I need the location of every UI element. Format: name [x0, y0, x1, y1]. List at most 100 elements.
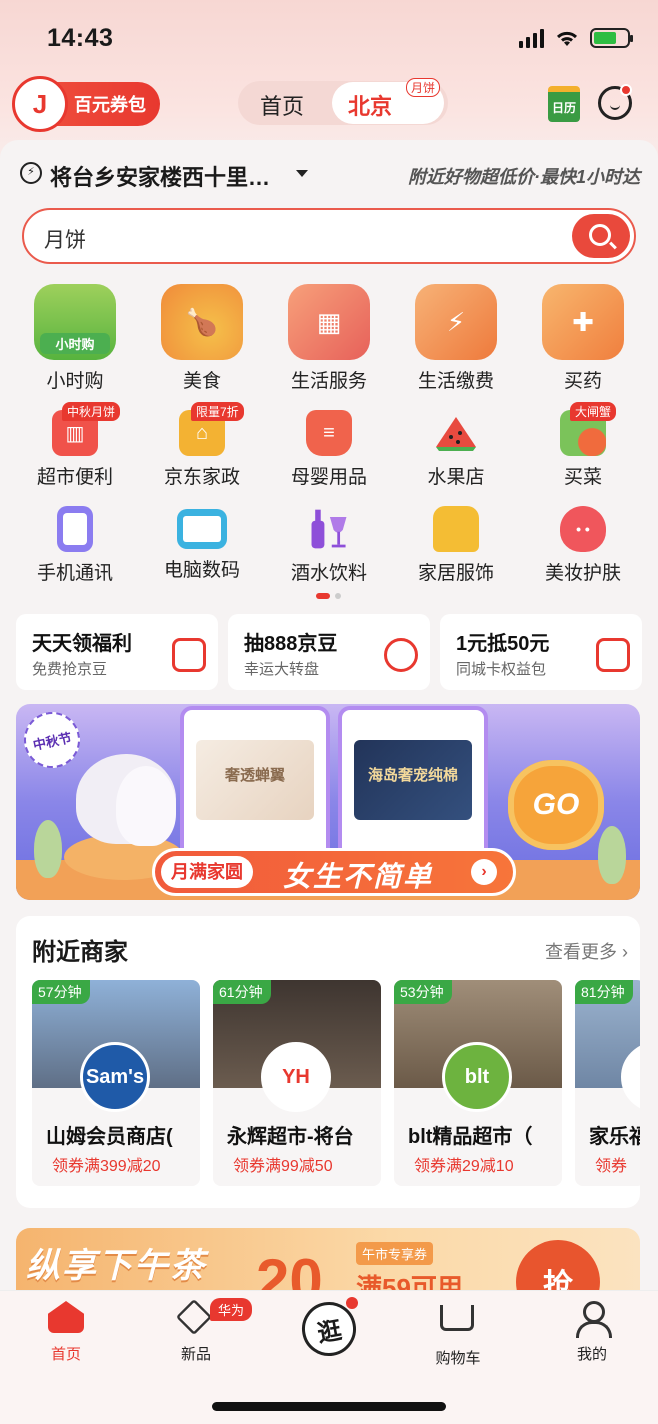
tab-home-nav[interactable]: 首页 [16, 1301, 116, 1364]
store-name: 山姆会员商店( [46, 1126, 173, 1148]
battery-icon [590, 28, 633, 48]
category-computer[interactable]: 电脑数码 [139, 506, 265, 582]
store-card[interactable]: 61分钟 YH 永辉超市-将台 领券满99减50 [213, 980, 381, 1186]
cube-icon [175, 1298, 213, 1336]
welfare-card-lottery[interactable]: 抽888京豆 幸运大转盘 [228, 614, 430, 690]
wifi-icon [556, 31, 578, 46]
category-life-service[interactable]: ▦ 生活服务 [266, 284, 392, 393]
go-badge[interactable]: GO [508, 760, 604, 850]
category-bill-payment[interactable]: ⚡ 生活缴费 [393, 284, 519, 393]
cellular-signal-icon [519, 28, 544, 48]
tea-title: 纵享下午茶 [26, 1247, 206, 1285]
delivery-eta: 61分钟 [213, 980, 271, 1004]
product-card[interactable]: 奢透蝉翼 [180, 706, 330, 866]
category-baby[interactable]: ≡ 母婴用品 [266, 410, 392, 489]
category-beauty[interactable]: • • 美妆护肤 [520, 506, 646, 585]
search-icon [589, 224, 611, 246]
bill-payment-icon: ⚡ [415, 284, 497, 360]
watermelon-icon [433, 410, 479, 456]
pager-dot-active [316, 593, 330, 599]
category-label: 电脑数码 [163, 560, 240, 581]
location-slogan: 附近好物超低价·最快1小时达 [407, 167, 640, 187]
laptop-icon [177, 509, 227, 549]
tab-label: 我的 [576, 1346, 607, 1363]
tab-label: 新品 [180, 1346, 211, 1363]
category-label: 美食 [182, 371, 221, 392]
category-drinks[interactable]: 酒水饮料 [266, 506, 392, 585]
banner-pill-tag: 月满家圆 [161, 856, 253, 888]
location-row[interactable]: ⚡ 将台乡安家楼西十里… 附近好物超低价·最快1小时达 [20, 160, 640, 190]
coupon-pack-button[interactable]: J 百元券包 [12, 76, 160, 132]
tab-city[interactable]: 北京 月饼 [332, 78, 444, 124]
cart-icon [440, 1305, 474, 1331]
store-name: 永辉超市-将台 [227, 1126, 354, 1148]
location-bolt-icon: ⚡ [20, 162, 42, 184]
welfare-subtitle: 免费抢京豆 [32, 661, 108, 678]
person-icon [574, 1301, 612, 1338]
coupon-pack-label: 百元券包 [74, 95, 146, 115]
see-more-link[interactable]: 查看更多 › [545, 938, 628, 964]
store-card[interactable]: 81分钟 C 家乐福 领券 [575, 980, 640, 1186]
tab-label: 首页 [50, 1346, 81, 1363]
category-label: 买药 [563, 371, 602, 392]
category-food[interactable]: 🍗 美食 [139, 284, 265, 393]
product-card[interactable]: 海岛奢宠纯棉 [338, 706, 488, 866]
notification-dot [620, 84, 632, 96]
store-logo: YH [261, 1042, 331, 1112]
chevron-right-icon: › [471, 859, 497, 885]
status-bar: 14:43 [0, 22, 658, 58]
lucky-wheel-icon [384, 638, 418, 672]
category-label: 小时购 [46, 371, 104, 392]
store-logo: blt [442, 1042, 512, 1112]
medicine-icon: ✚ [542, 284, 624, 360]
festival-badge: 中秋节 [18, 706, 86, 774]
banner-headline: 女生不简单 [283, 861, 434, 892]
category-label: 生活缴费 [417, 371, 494, 392]
category-housekeeping[interactable]: ⌂ 限量7折 京东家政 [139, 402, 265, 489]
welfare-title: 1元抵50元 [456, 633, 550, 655]
welfare-card-daily[interactable]: 天天领福利 免费抢京豆 [16, 614, 218, 690]
banner-cta[interactable]: 月满家圆 女生不简单 › [152, 848, 516, 896]
tab-me-nav[interactable]: 我的 [542, 1301, 642, 1364]
top-header: J 百元券包 首页 北京 月饼 日历 [0, 76, 658, 132]
welfare-subtitle: 同城卡权益包 [456, 661, 547, 678]
category-hourly[interactable]: 小时购 小时购 [12, 284, 138, 393]
search-button[interactable] [572, 214, 630, 258]
calendar-icon[interactable]: 日历 [548, 86, 580, 122]
store-promo: 领券 [595, 1158, 628, 1175]
store-card[interactable]: 57分钟 Sam's 山姆会员商店( 领券满399减20 [32, 980, 200, 1186]
search-input[interactable]: 月饼 [44, 224, 86, 254]
store-card[interactable]: 53分钟 blt blt精品超市（ 领券满29减10 [394, 980, 562, 1186]
section-title: 附近商家 [32, 939, 128, 966]
tab-cart-nav[interactable]: 购物车 [408, 1301, 508, 1368]
store-promo: 领券满29减10 [414, 1158, 514, 1175]
category-label: 母婴用品 [290, 467, 367, 488]
store-promo: 领券满399减20 [52, 1158, 161, 1175]
category-fruit[interactable]: 水果店 [393, 410, 519, 489]
location-address: 将台乡安家楼西十里… [50, 165, 271, 190]
tab-city-badge: 月饼 [405, 78, 440, 97]
food-icon: 🍗 [161, 284, 243, 360]
category-medicine[interactable]: ✚ 买药 [520, 284, 646, 393]
home-city-switch: 首页 北京 月饼 [238, 78, 448, 125]
category-phone[interactable]: 手机通讯 [12, 506, 138, 585]
tab-home[interactable]: 首页 [260, 89, 304, 121]
tab-new-badge: 华为 [210, 1298, 253, 1321]
welfare-card-coupon[interactable]: 1元抵50元 同城卡权益包 [440, 614, 642, 690]
nearby-stores-section: 附近商家 查看更多 › 57分钟 Sam's 山姆会员商店( 领券满399减20… [16, 916, 640, 1208]
category-home-apparel[interactable]: 家居服饰 [393, 506, 519, 585]
category-label: 生活服务 [290, 371, 367, 392]
search-bar[interactable]: 月饼 [22, 208, 636, 264]
product-text: 奢透蝉翼 [224, 767, 285, 784]
store-name: 家乐福 [589, 1126, 640, 1148]
category-supermarket[interactable]: ▥ 中秋月饼 超市便利 [12, 402, 138, 489]
welfare-title: 天天领福利 [32, 633, 132, 655]
notification-dot [346, 1297, 358, 1309]
status-time: 14:43 [47, 24, 114, 52]
mid-autumn-banner[interactable]: 中秋节 奢透蝉翼 海岛奢宠纯棉 GO 月满家圆 女生不简单 › [16, 704, 640, 900]
tree-decoration [598, 826, 626, 884]
category-vegetables[interactable]: 大闸蟹 买菜 [520, 402, 646, 489]
category-label: 手机通讯 [36, 563, 113, 584]
baby-products-icon: ≡ [306, 410, 352, 456]
chevron-down-icon [296, 170, 308, 177]
